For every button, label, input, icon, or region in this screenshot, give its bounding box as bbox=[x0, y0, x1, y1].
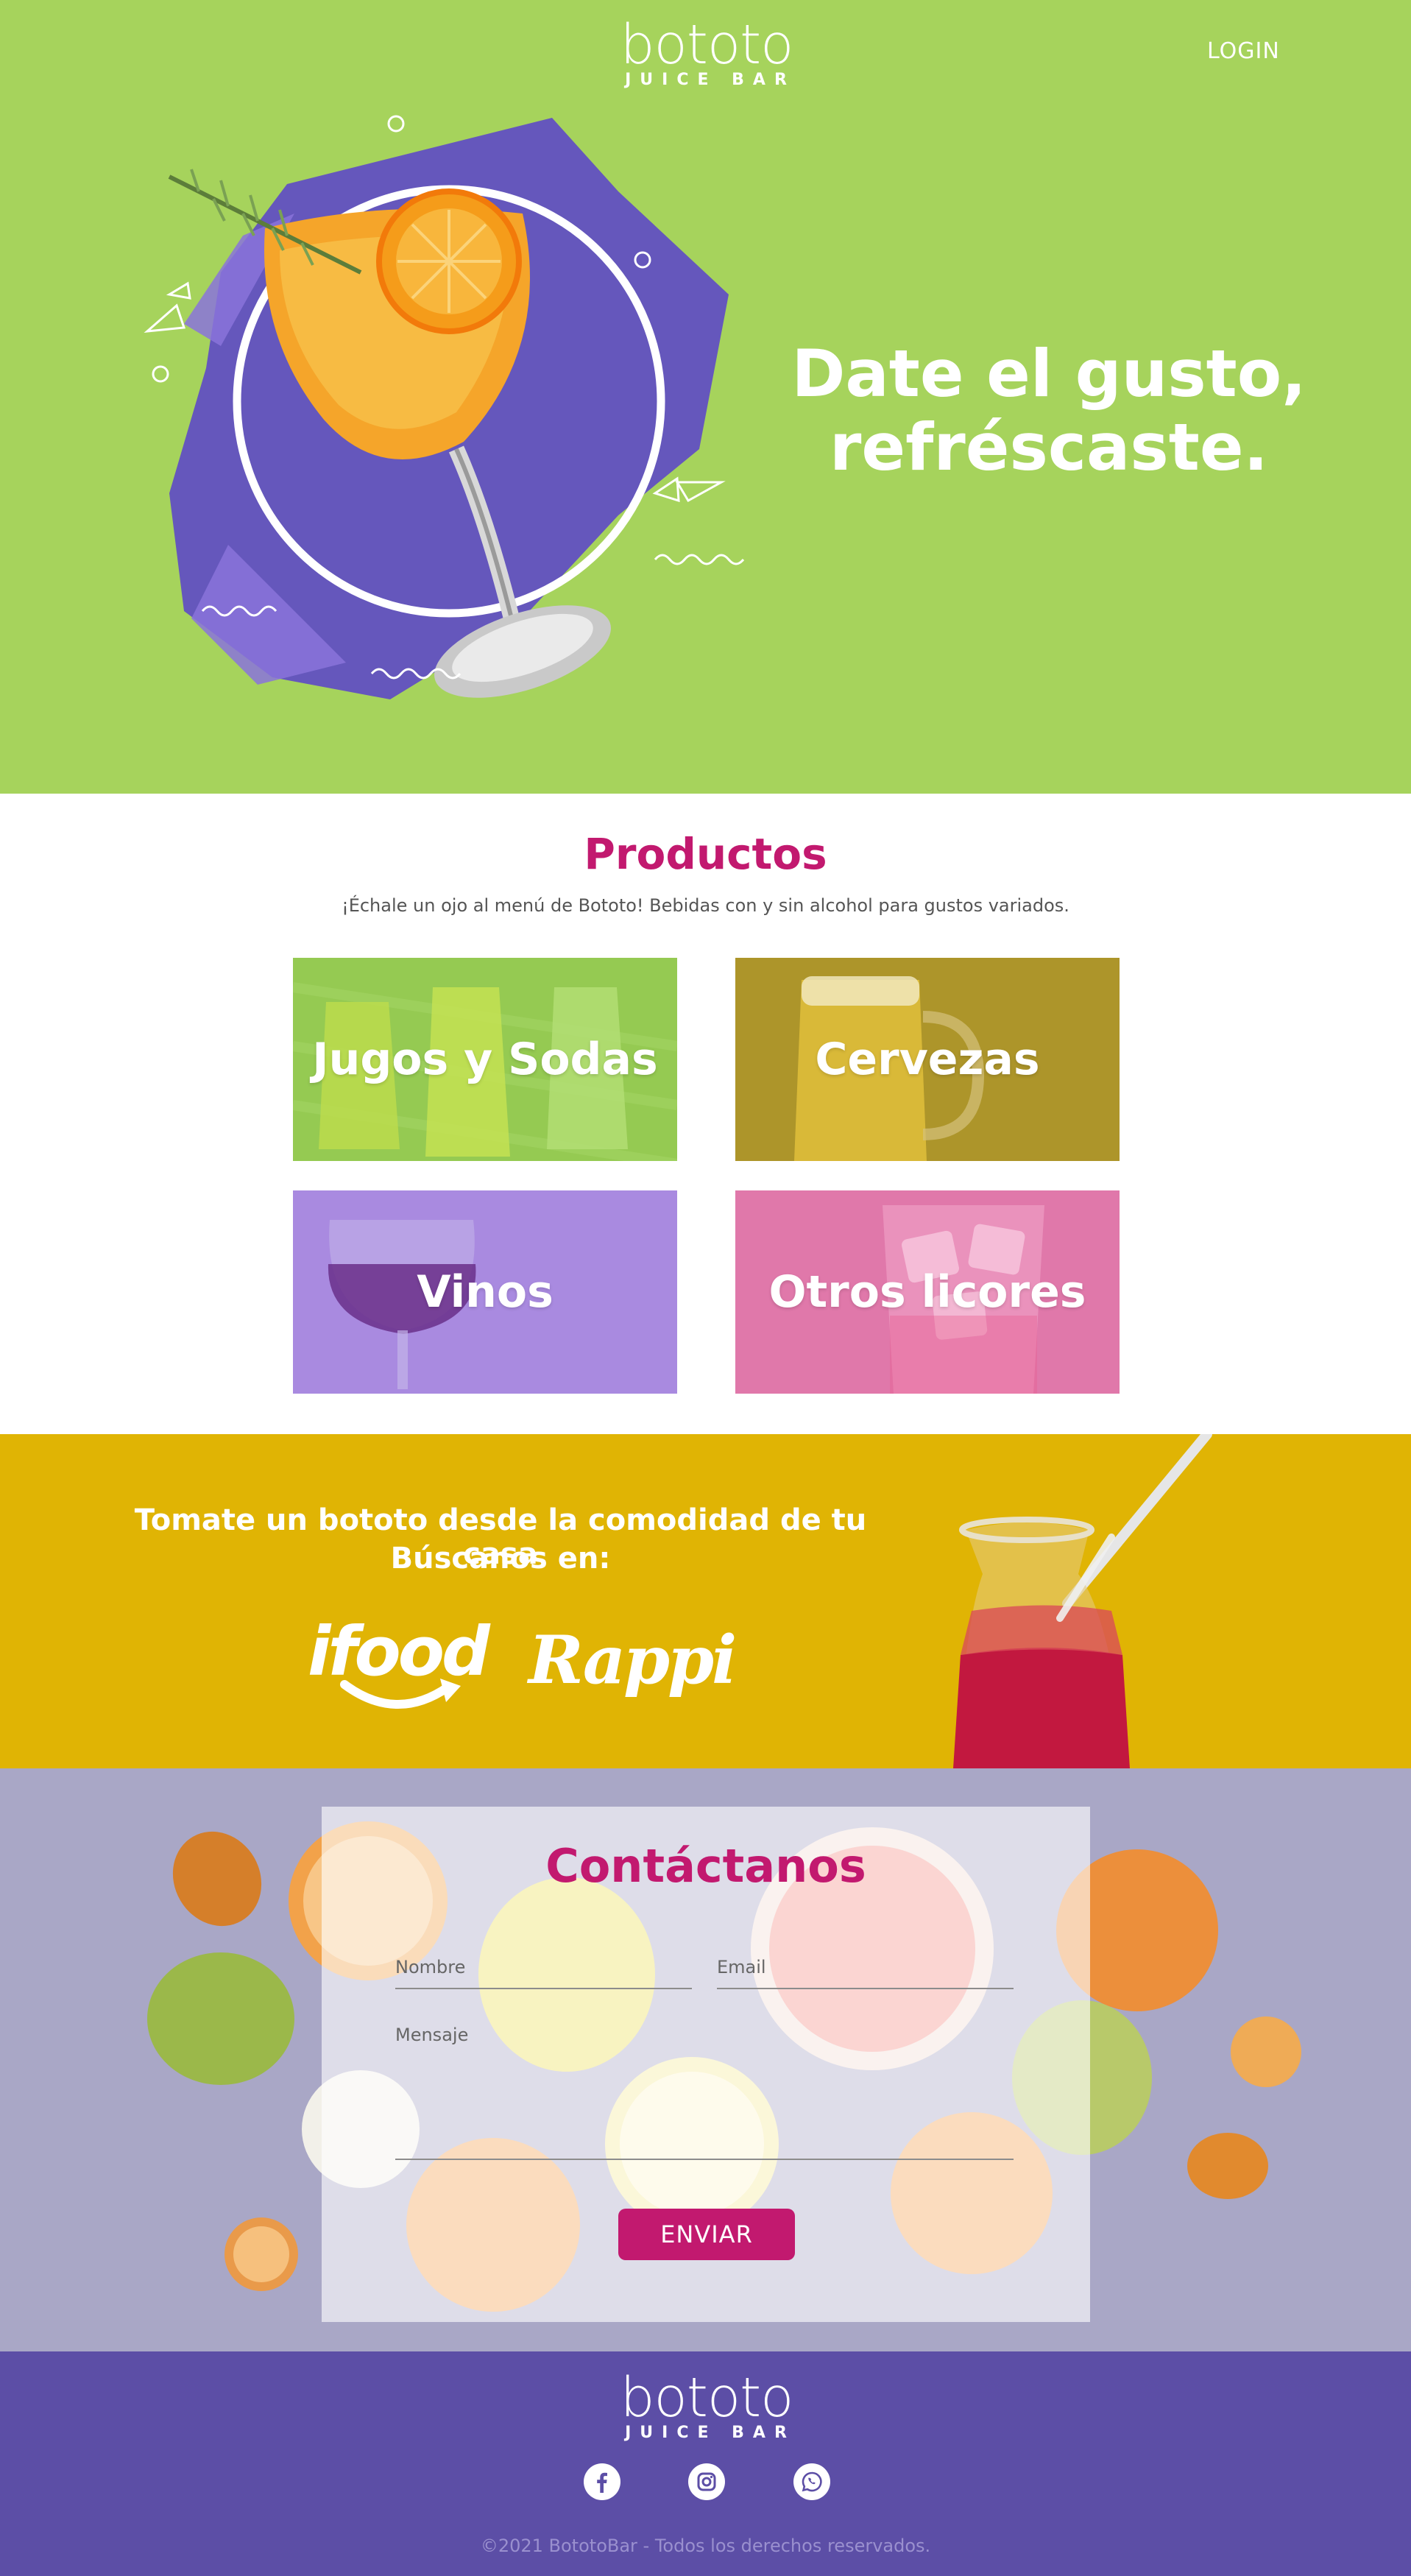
hero-title-line2: refréscaste. bbox=[830, 409, 1268, 485]
login-link[interactable]: LOGIN bbox=[1207, 38, 1280, 64]
footer-logo-wordmark: bototo bbox=[620, 2366, 794, 2429]
ifood-logo-text: ifood bbox=[308, 1612, 490, 1691]
name-field: Nombre bbox=[395, 1957, 692, 1997]
footer-logo[interactable]: bototo JUICE BAR bbox=[604, 2371, 810, 2442]
name-input[interactable] bbox=[395, 1979, 692, 1997]
products-intro: ¡Échale un ojo al menú de Bototo! Bebida… bbox=[342, 895, 1069, 916]
product-label-jugos-sodas: Jugos y Sodas bbox=[312, 1034, 658, 1085]
hero-title: Date el gusto, refréscaste. bbox=[765, 337, 1332, 484]
email-input[interactable] bbox=[717, 1979, 1014, 1997]
delivery-text-line2: Búscanos en: bbox=[390, 1542, 611, 1575]
name-label: Nombre bbox=[395, 1957, 466, 1977]
message-label: Mensaje bbox=[395, 2025, 469, 2045]
contact-section: Contáctanos Nombre Email Mensaje ENVIAR bbox=[0, 1768, 1411, 2351]
whatsapp-icon bbox=[802, 2471, 822, 2492]
header-logo[interactable]: bototo JUICE BAR bbox=[604, 18, 810, 89]
products-section: Productos ¡Échale un ojo al menú de Boto… bbox=[0, 794, 1411, 1434]
product-label-vinos: Vinos bbox=[417, 1266, 554, 1318]
message-input[interactable] bbox=[395, 2047, 1014, 2150]
footer-logo-tagline: JUICE BAR bbox=[625, 2424, 796, 2442]
ifood-logo-link[interactable]: ifood bbox=[308, 1612, 490, 1721]
whatsapp-link[interactable] bbox=[793, 2463, 830, 2500]
product-label-otros-licores: Otros licores bbox=[768, 1266, 1086, 1318]
email-label: Email bbox=[717, 1957, 766, 1977]
rappi-logo-link[interactable]: Rappi bbox=[528, 1621, 737, 1708]
product-tile-vinos[interactable]: Vinos bbox=[293, 1190, 677, 1394]
instagram-link[interactable] bbox=[688, 2463, 725, 2500]
copyright-text: ©2021 BototoBar - Todos los derechos res… bbox=[480, 2536, 931, 2556]
product-tile-otros-licores[interactable]: Otros licores bbox=[735, 1190, 1120, 1394]
product-tile-jugos-sodas[interactable]: Jugos y Sodas bbox=[293, 958, 677, 1161]
contact-title: Contáctanos bbox=[545, 1839, 866, 1893]
footer: bototo JUICE BAR ©2021 BototoBar - Todos… bbox=[0, 2351, 1411, 2576]
product-tile-cervezas[interactable]: Cervezas bbox=[735, 958, 1120, 1161]
facebook-icon bbox=[597, 2472, 607, 2493]
product-label-cervezas: Cervezas bbox=[815, 1034, 1040, 1085]
send-button[interactable]: ENVIAR bbox=[618, 2209, 795, 2260]
ifood-smile-icon bbox=[340, 1679, 461, 1709]
instagram-icon bbox=[697, 2472, 716, 2491]
delivery-section: Tomate un bototo desde la comodidad de t… bbox=[0, 1434, 1411, 1768]
message-field: Mensaje bbox=[395, 2025, 1014, 2160]
facebook-link[interactable] bbox=[584, 2463, 620, 2500]
hero-section: bototo JUICE BAR LOGIN Date el gusto, re… bbox=[0, 0, 1411, 794]
rappi-logo-text: Rappi bbox=[528, 1621, 737, 1699]
hero-drink-illustration bbox=[144, 115, 745, 699]
logo-tagline: JUICE BAR bbox=[625, 71, 796, 89]
products-title: Productos bbox=[584, 829, 827, 879]
email-field: Email bbox=[717, 1957, 1014, 1997]
pitcher-drink-image bbox=[953, 1434, 1212, 1768]
hero-title-line1: Date el gusto, bbox=[791, 336, 1306, 412]
contact-form: Contáctanos Nombre Email Mensaje ENVIAR bbox=[322, 1807, 1090, 2322]
logo-wordmark: bototo bbox=[620, 13, 794, 77]
